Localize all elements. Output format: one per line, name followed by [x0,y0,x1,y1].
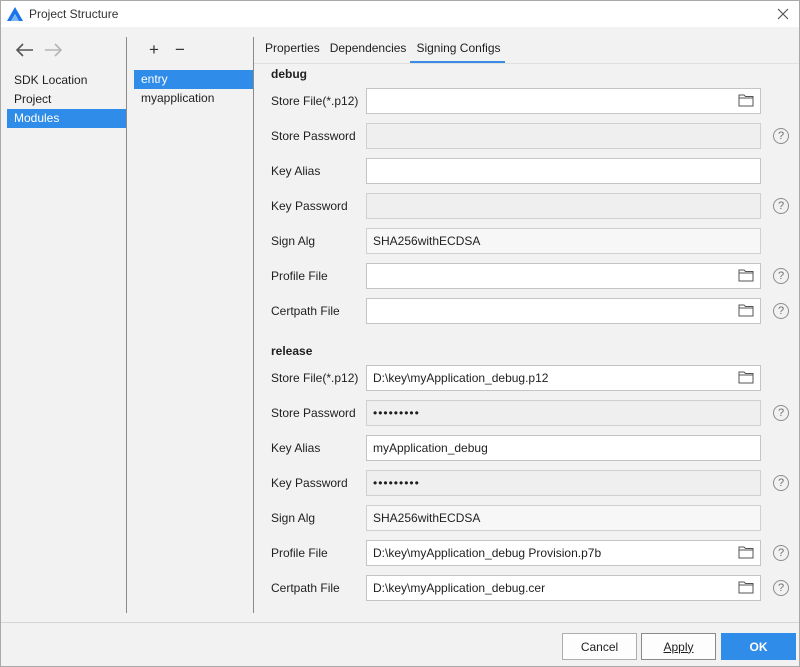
debug-certpath-file-input[interactable] [366,298,761,324]
title-bar: Project Structure [1,1,799,27]
debug-key-password-row: Key Password ? [254,193,799,219]
project-structure-dialog: Project Structure SDK Location Project M… [0,0,800,667]
release-key-password-input[interactable]: ••••••••• [366,470,761,496]
add-module-icon[interactable]: + [147,41,161,59]
tab-bar: Properties Dependencies Signing Configs [259,37,505,64]
help-icon[interactable]: ? [773,303,789,319]
release-store-file-input[interactable]: D:\key\myApplication_debug.p12 [366,365,761,391]
help-icon[interactable]: ? [773,475,789,491]
certpath-file-label: Certpath File [271,581,340,595]
release-store-password-row: Store Password ••••••••• ? [254,400,799,426]
apply-button-label: Apply [663,639,694,654]
module-item-myapplication[interactable]: myapplication [134,89,253,108]
store-file-label: Store File(*.p12) [271,371,359,385]
module-list: entry myapplication [134,70,253,108]
tab-dependencies[interactable]: Dependencies [324,37,411,64]
arrow-right-icon [45,43,62,57]
debug-sign-alg-row: Sign Alg SHA256withECDSA [254,228,799,254]
debug-key-password-input[interactable] [366,193,761,219]
debug-key-alias-input[interactable] [366,158,761,184]
key-alias-label: Key Alias [271,441,321,455]
debug-store-file-row: Store File(*.p12) [254,88,799,114]
debug-sign-alg-field: SHA256withECDSA [366,228,761,254]
debug-profile-file-row: Profile File ? [254,263,799,289]
debug-section-title: debug [271,67,307,81]
release-certpath-file-row: Certpath File D:\key\myApplication_debug… [254,575,799,601]
profile-file-label: Profile File [271,546,328,560]
release-key-alias-input[interactable]: myApplication_debug [366,435,761,461]
sign-alg-label: Sign Alg [271,511,316,525]
help-icon[interactable]: ? [773,545,789,561]
store-file-label: Store File(*.p12) [271,94,359,108]
debug-store-password-input[interactable] [366,123,761,149]
cancel-button[interactable]: Cancel [562,633,637,660]
tab-signing-configs[interactable]: Signing Configs [410,37,505,64]
arrow-left-icon [16,43,33,57]
module-panel: + − entry myapplication [127,27,253,613]
nav-list: SDK Location Project Modules [7,71,126,128]
key-password-label: Key Password [271,476,348,490]
release-sign-alg-field: SHA256withECDSA [366,505,761,531]
sign-alg-label: Sign Alg [271,234,316,248]
debug-key-alias-row: Key Alias [254,158,799,184]
close-button[interactable] [773,4,793,24]
window-title: Project Structure [29,7,119,21]
folder-icon[interactable] [738,580,754,594]
folder-icon[interactable] [738,370,754,384]
app-logo-icon [7,7,23,21]
help-icon[interactable]: ? [773,198,789,214]
debug-profile-file-input[interactable] [366,263,761,289]
store-password-label: Store Password [271,406,356,420]
store-password-label: Store Password [271,129,356,143]
release-sign-alg-row: Sign Alg SHA256withECDSA [254,505,799,531]
debug-certpath-file-row: Certpath File ? [254,298,799,324]
remove-module-icon[interactable]: − [173,41,187,59]
debug-store-file-input[interactable] [366,88,761,114]
nav-panel: SDK Location Project Modules [1,27,127,613]
help-icon[interactable]: ? [773,268,789,284]
release-certpath-file-input[interactable]: D:\key\myApplication_debug.cer [366,575,761,601]
ok-button-label: OK [749,639,768,654]
ok-button[interactable]: OK [721,633,796,660]
folder-icon[interactable] [738,93,754,107]
release-section-title: release [271,344,313,358]
module-item-entry[interactable]: entry [134,70,253,89]
help-icon[interactable]: ? [773,128,789,144]
release-key-alias-row: Key Alias myApplication_debug [254,435,799,461]
release-profile-file-input[interactable]: D:\key\myApplication_debug Provision.p7b [366,540,761,566]
release-store-file-row: Store File(*.p12) D:\key\myApplication_d… [254,365,799,391]
key-password-label: Key Password [271,199,348,213]
release-key-password-row: Key Password ••••••••• ? [254,470,799,496]
key-alias-label: Key Alias [271,164,321,178]
nav-item-project[interactable]: Project [7,90,126,109]
release-profile-file-row: Profile File D:\key\myApplication_debug … [254,540,799,566]
help-icon[interactable]: ? [773,580,789,596]
debug-store-password-row: Store Password ? [254,123,799,149]
close-icon [777,8,789,20]
cancel-button-label: Cancel [580,639,619,654]
apply-button[interactable]: Apply [641,633,716,660]
help-icon[interactable]: ? [773,405,789,421]
folder-icon[interactable] [738,303,754,317]
release-store-password-input[interactable]: ••••••••• [366,400,761,426]
certpath-file-label: Certpath File [271,304,340,318]
nav-item-sdk-location[interactable]: SDK Location [7,71,126,90]
tab-underline [254,63,799,64]
back-button[interactable] [15,41,35,59]
footer-divider [1,622,799,623]
profile-file-label: Profile File [271,269,328,283]
folder-icon[interactable] [738,545,754,559]
folder-icon[interactable] [738,268,754,282]
tab-properties[interactable]: Properties [259,37,324,64]
forward-button[interactable] [43,41,63,59]
nav-item-modules[interactable]: Modules [7,109,126,128]
